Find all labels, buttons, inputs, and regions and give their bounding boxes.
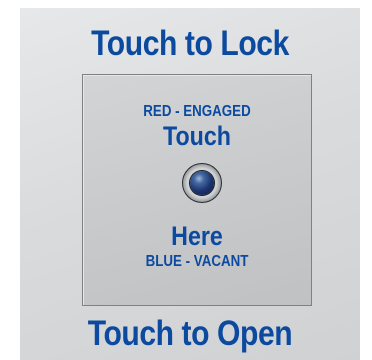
touch-to-lock-heading: Touch to Lock bbox=[91, 24, 289, 63]
touch-pad[interactable]: RED - ENGAGED Touch Here BLUE - VACANT bbox=[82, 74, 312, 306]
status-vacant-label: BLUE - VACANT bbox=[145, 253, 249, 270]
touch-label: Touch bbox=[163, 121, 231, 151]
door-lock-panel: Touch to Lock RED - ENGAGED Touch Here B… bbox=[20, 8, 360, 360]
here-label: Here bbox=[171, 221, 223, 251]
touch-to-open-heading: Touch to Open bbox=[87, 314, 293, 353]
indicator-button[interactable] bbox=[182, 163, 222, 203]
status-engaged-label: RED - ENGAGED bbox=[143, 103, 251, 120]
status-led-icon bbox=[190, 171, 214, 195]
